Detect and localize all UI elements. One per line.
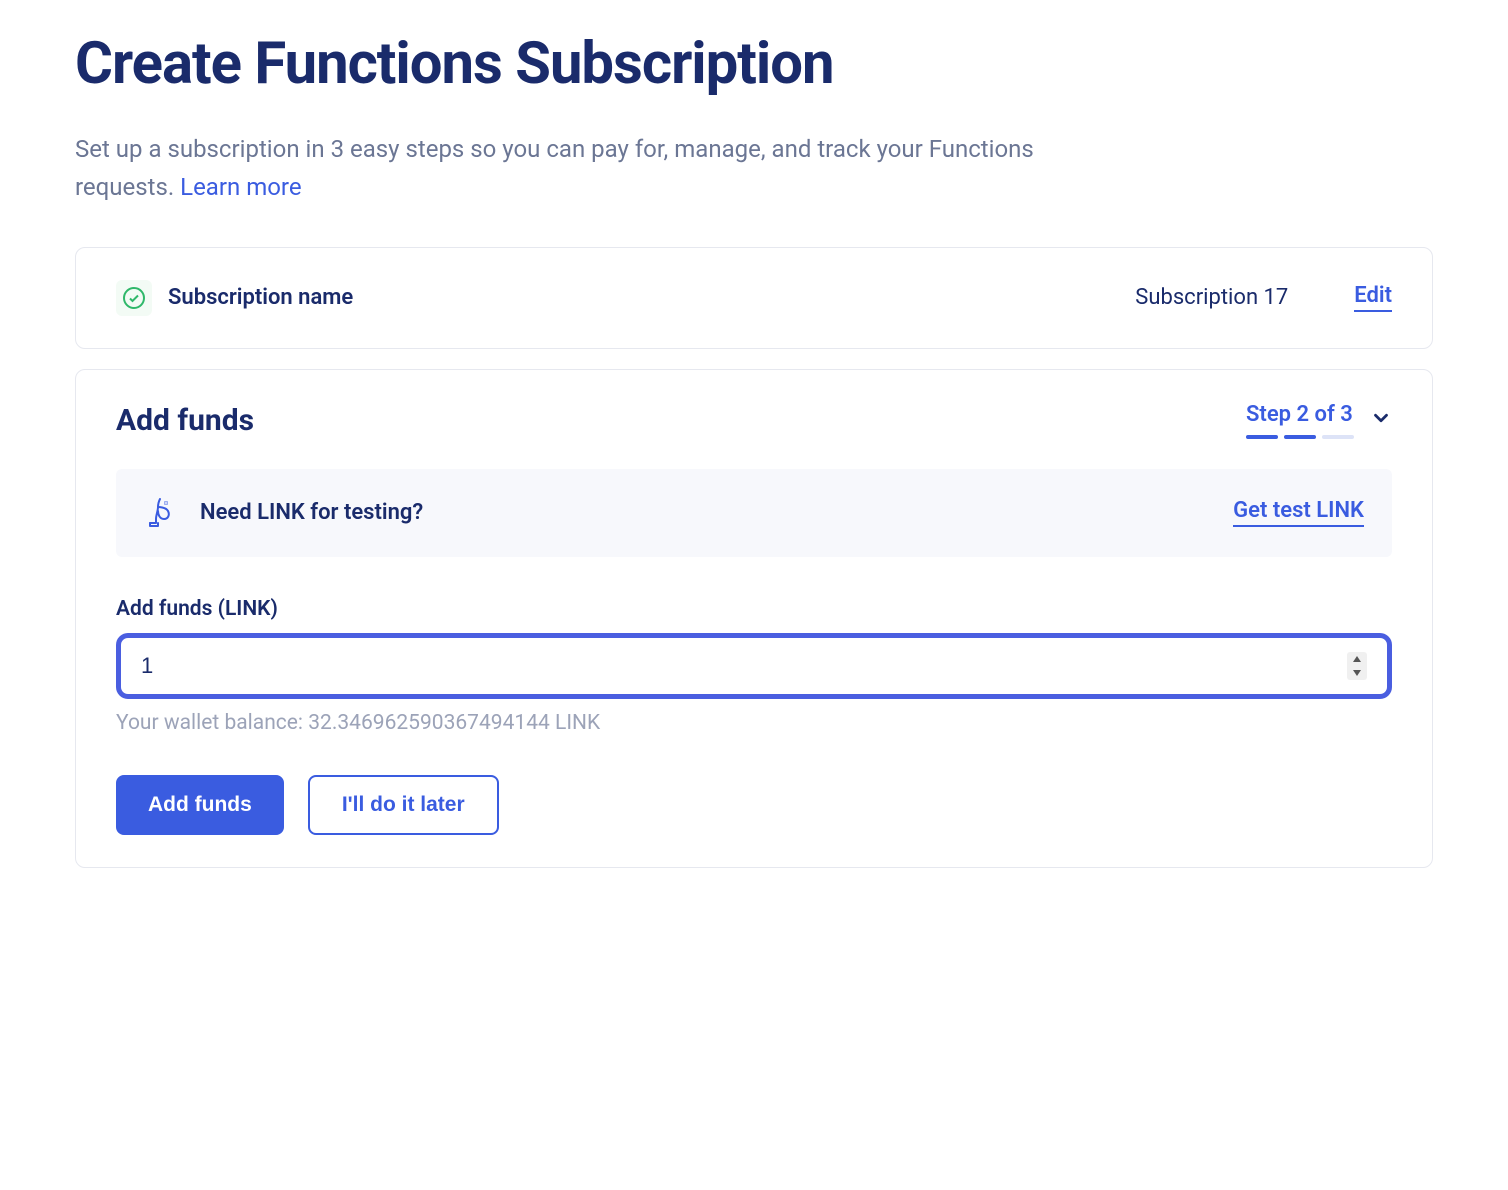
step-indicator-text: Step 2 of 3 [1246, 402, 1353, 427]
step2-card: Add funds Step 2 of 3 [75, 369, 1433, 868]
wallet-balance-text: Your wallet balance: 32.3469625903674941… [116, 711, 1392, 735]
page-title: Create Functions Subscription [75, 30, 1433, 98]
info-banner: Need LINK for testing? Get test LINK [116, 469, 1392, 557]
step1-row: Subscription name Subscription 17 Edit [116, 280, 1392, 316]
step2-header: Add funds Step 2 of 3 [116, 402, 1392, 439]
chevron-down-icon[interactable] [1370, 407, 1392, 433]
edit-button[interactable]: Edit [1354, 283, 1392, 312]
check-circle-icon [116, 280, 152, 316]
info-banner-text: Need LINK for testing? [200, 500, 1213, 525]
do-later-button[interactable]: I'll do it later [308, 775, 499, 835]
funds-input[interactable] [141, 653, 1347, 679]
add-funds-button[interactable]: Add funds [116, 775, 284, 835]
number-stepper [1347, 652, 1367, 680]
step2-title: Add funds [116, 403, 254, 438]
get-test-link-button[interactable]: Get test LINK [1233, 498, 1364, 527]
step-bar-1 [1246, 435, 1278, 439]
step-indicator-wrap: Step 2 of 3 [1246, 402, 1392, 439]
button-row: Add funds I'll do it later [116, 775, 1392, 835]
money-bag-icon [144, 493, 180, 533]
step-bar-2 [1284, 435, 1316, 439]
learn-more-link[interactable]: Learn more [180, 173, 301, 201]
page-description: Set up a subscription in 3 easy steps so… [75, 130, 1035, 207]
step1-card: Subscription name Subscription 17 Edit [75, 247, 1433, 349]
step-bar-3 [1322, 435, 1354, 439]
stepper-down-button[interactable] [1347, 666, 1367, 680]
stepper-up-button[interactable] [1347, 652, 1367, 666]
funds-input-wrap [116, 633, 1392, 699]
step1-value: Subscription 17 [1135, 285, 1288, 310]
funds-input-label: Add funds (LINK) [116, 597, 1392, 621]
step-progress-bars [1246, 435, 1354, 439]
step1-label: Subscription name [168, 285, 1119, 310]
step-indicator: Step 2 of 3 [1246, 402, 1354, 439]
